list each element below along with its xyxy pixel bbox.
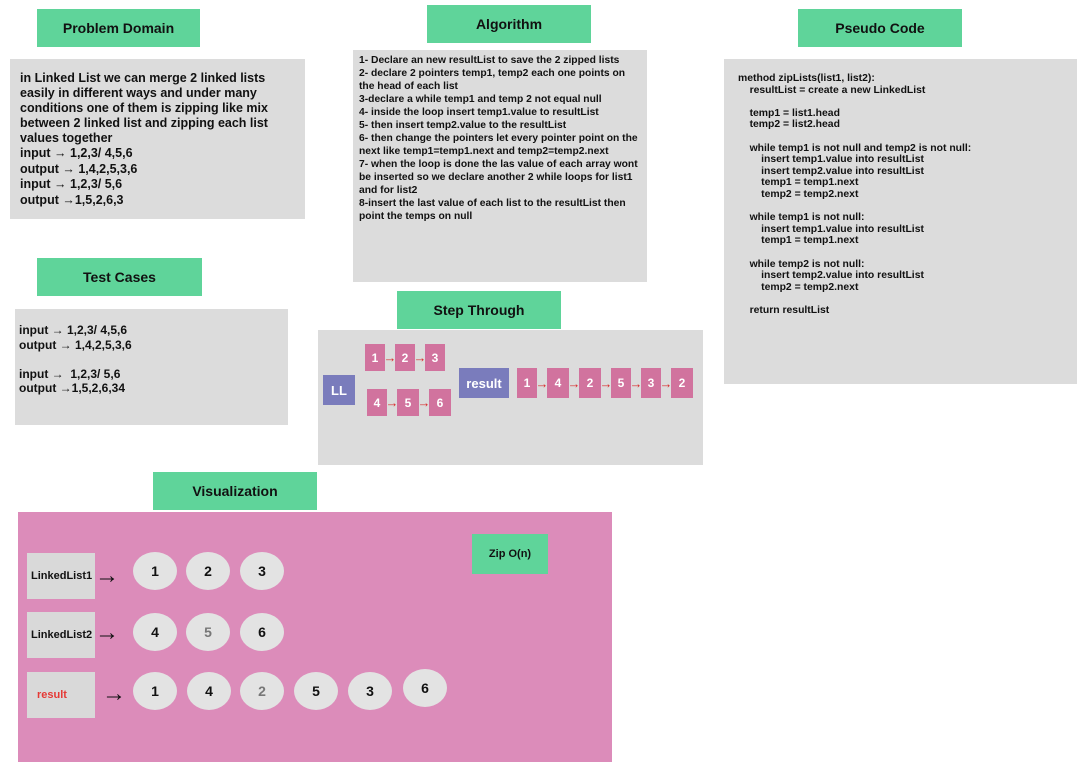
step-through-title: Step Through	[433, 302, 525, 318]
ll-label: LL	[323, 375, 355, 405]
algorithm-text: 1- Declare an new resultList to save the…	[359, 55, 638, 222]
arrow-icon: →	[385, 395, 399, 410]
example-line: input → 1,2,3/ 5,6	[20, 177, 123, 191]
step-node: 2	[579, 368, 601, 398]
step-node: 3	[425, 344, 445, 371]
list-node: 3	[348, 672, 392, 710]
row-label-text: result	[37, 689, 67, 701]
complexity-text: Zip O(n)	[488, 548, 532, 560]
test-cases-text: input → 1,2,3/ 4,5,6 output → 1,4,2,5,3,…	[19, 323, 132, 395]
list-node: 5	[186, 613, 230, 651]
step-node: 2	[395, 344, 415, 371]
step-node: 1	[517, 368, 537, 398]
arrow-icon: →	[417, 395, 431, 410]
complexity-badge: Zip O(n)	[472, 534, 548, 574]
result-row-label: result	[27, 672, 95, 718]
step-node: 4	[367, 389, 387, 416]
step-node: 5	[397, 389, 419, 416]
step-node: 4	[547, 368, 569, 398]
list-node: 6	[240, 613, 284, 651]
test-cases-header: Test Cases	[37, 258, 202, 296]
visualization-header: Visualization	[153, 472, 317, 510]
step-node: 6	[429, 389, 451, 416]
algorithm-header: Algorithm	[427, 5, 591, 43]
step-node: 3	[641, 368, 661, 398]
list-node: 3	[240, 552, 284, 590]
arrow-icon: →	[413, 350, 427, 365]
list-node: 1	[133, 672, 177, 710]
pseudo-code-text: method zipLists(list1, list2): resultLis…	[738, 73, 972, 316]
visualization-panel: Zip O(n) LinkedList1 → 1 2 3 LinkedList2…	[18, 512, 612, 762]
example-line: output → 1,4,2,5,3,6	[20, 161, 138, 176]
arrow-icon: →	[599, 375, 613, 391]
pseudo-code-panel: method zipLists(list1, list2): resultLis…	[724, 59, 1077, 384]
result-label: result	[459, 368, 509, 398]
pseudo-code-title: Pseudo Code	[835, 20, 925, 36]
problem-domain-panel: in Linked List we can merge 2 linked lis…	[10, 59, 305, 219]
arrow-right-icon: →	[102, 680, 126, 707]
arrow-right-icon: →	[95, 619, 119, 646]
step-node: 2	[671, 368, 693, 398]
list-node: 5	[294, 672, 338, 710]
arrow-right-icon: →	[95, 562, 119, 589]
algorithm-panel: 1- Declare an new resultList to save the…	[353, 50, 647, 282]
row-label-text: LinkedList1	[31, 570, 93, 582]
list-node: 4	[133, 613, 177, 651]
visualization-title: Visualization	[192, 483, 278, 499]
arrow-icon: →	[383, 350, 397, 365]
test-cases-title: Test Cases	[83, 269, 156, 285]
list-node: 4	[187, 672, 231, 710]
list-node: 2	[186, 552, 230, 590]
arrow-icon: →	[567, 375, 581, 391]
pseudo-code-header: Pseudo Code	[798, 9, 962, 47]
test-cases-panel: input → 1,2,3/ 4,5,6 output → 1,4,2,5,3,…	[15, 309, 288, 425]
list-node: 6	[403, 669, 447, 707]
example-line: output →1,5,2,6,3	[20, 192, 124, 207]
list-node: 2	[240, 672, 284, 710]
step-through-header: Step Through	[397, 291, 561, 329]
step-node: 1	[365, 344, 385, 371]
step-node: 5	[611, 368, 631, 398]
linkedlist2-label: LinkedList2	[27, 612, 95, 658]
arrow-icon: →	[629, 375, 643, 391]
linkedlist1-label: LinkedList1	[27, 553, 95, 599]
arrow-icon: →	[535, 375, 549, 391]
row-label-text: LinkedList2	[31, 629, 93, 641]
problem-domain-examples: input → 1,2,3/ 4,5,6 output → 1,4,2,5,3,…	[20, 146, 297, 208]
problem-domain-paragraph: in Linked List we can merge 2 linked lis…	[20, 71, 272, 145]
step-through-panel: LL 1 → 2 → 3 4 → 5 → 6 result 1 → 4 → 2 …	[318, 330, 703, 465]
example-line: input → 1,2,3/ 4,5,6	[20, 146, 133, 160]
algorithm-title: Algorithm	[475, 16, 543, 32]
problem-domain-header: Problem Domain	[37, 9, 200, 47]
problem-domain-title: Problem Domain	[62, 20, 175, 36]
arrow-icon: →	[659, 375, 673, 391]
list-node: 1	[133, 552, 177, 590]
